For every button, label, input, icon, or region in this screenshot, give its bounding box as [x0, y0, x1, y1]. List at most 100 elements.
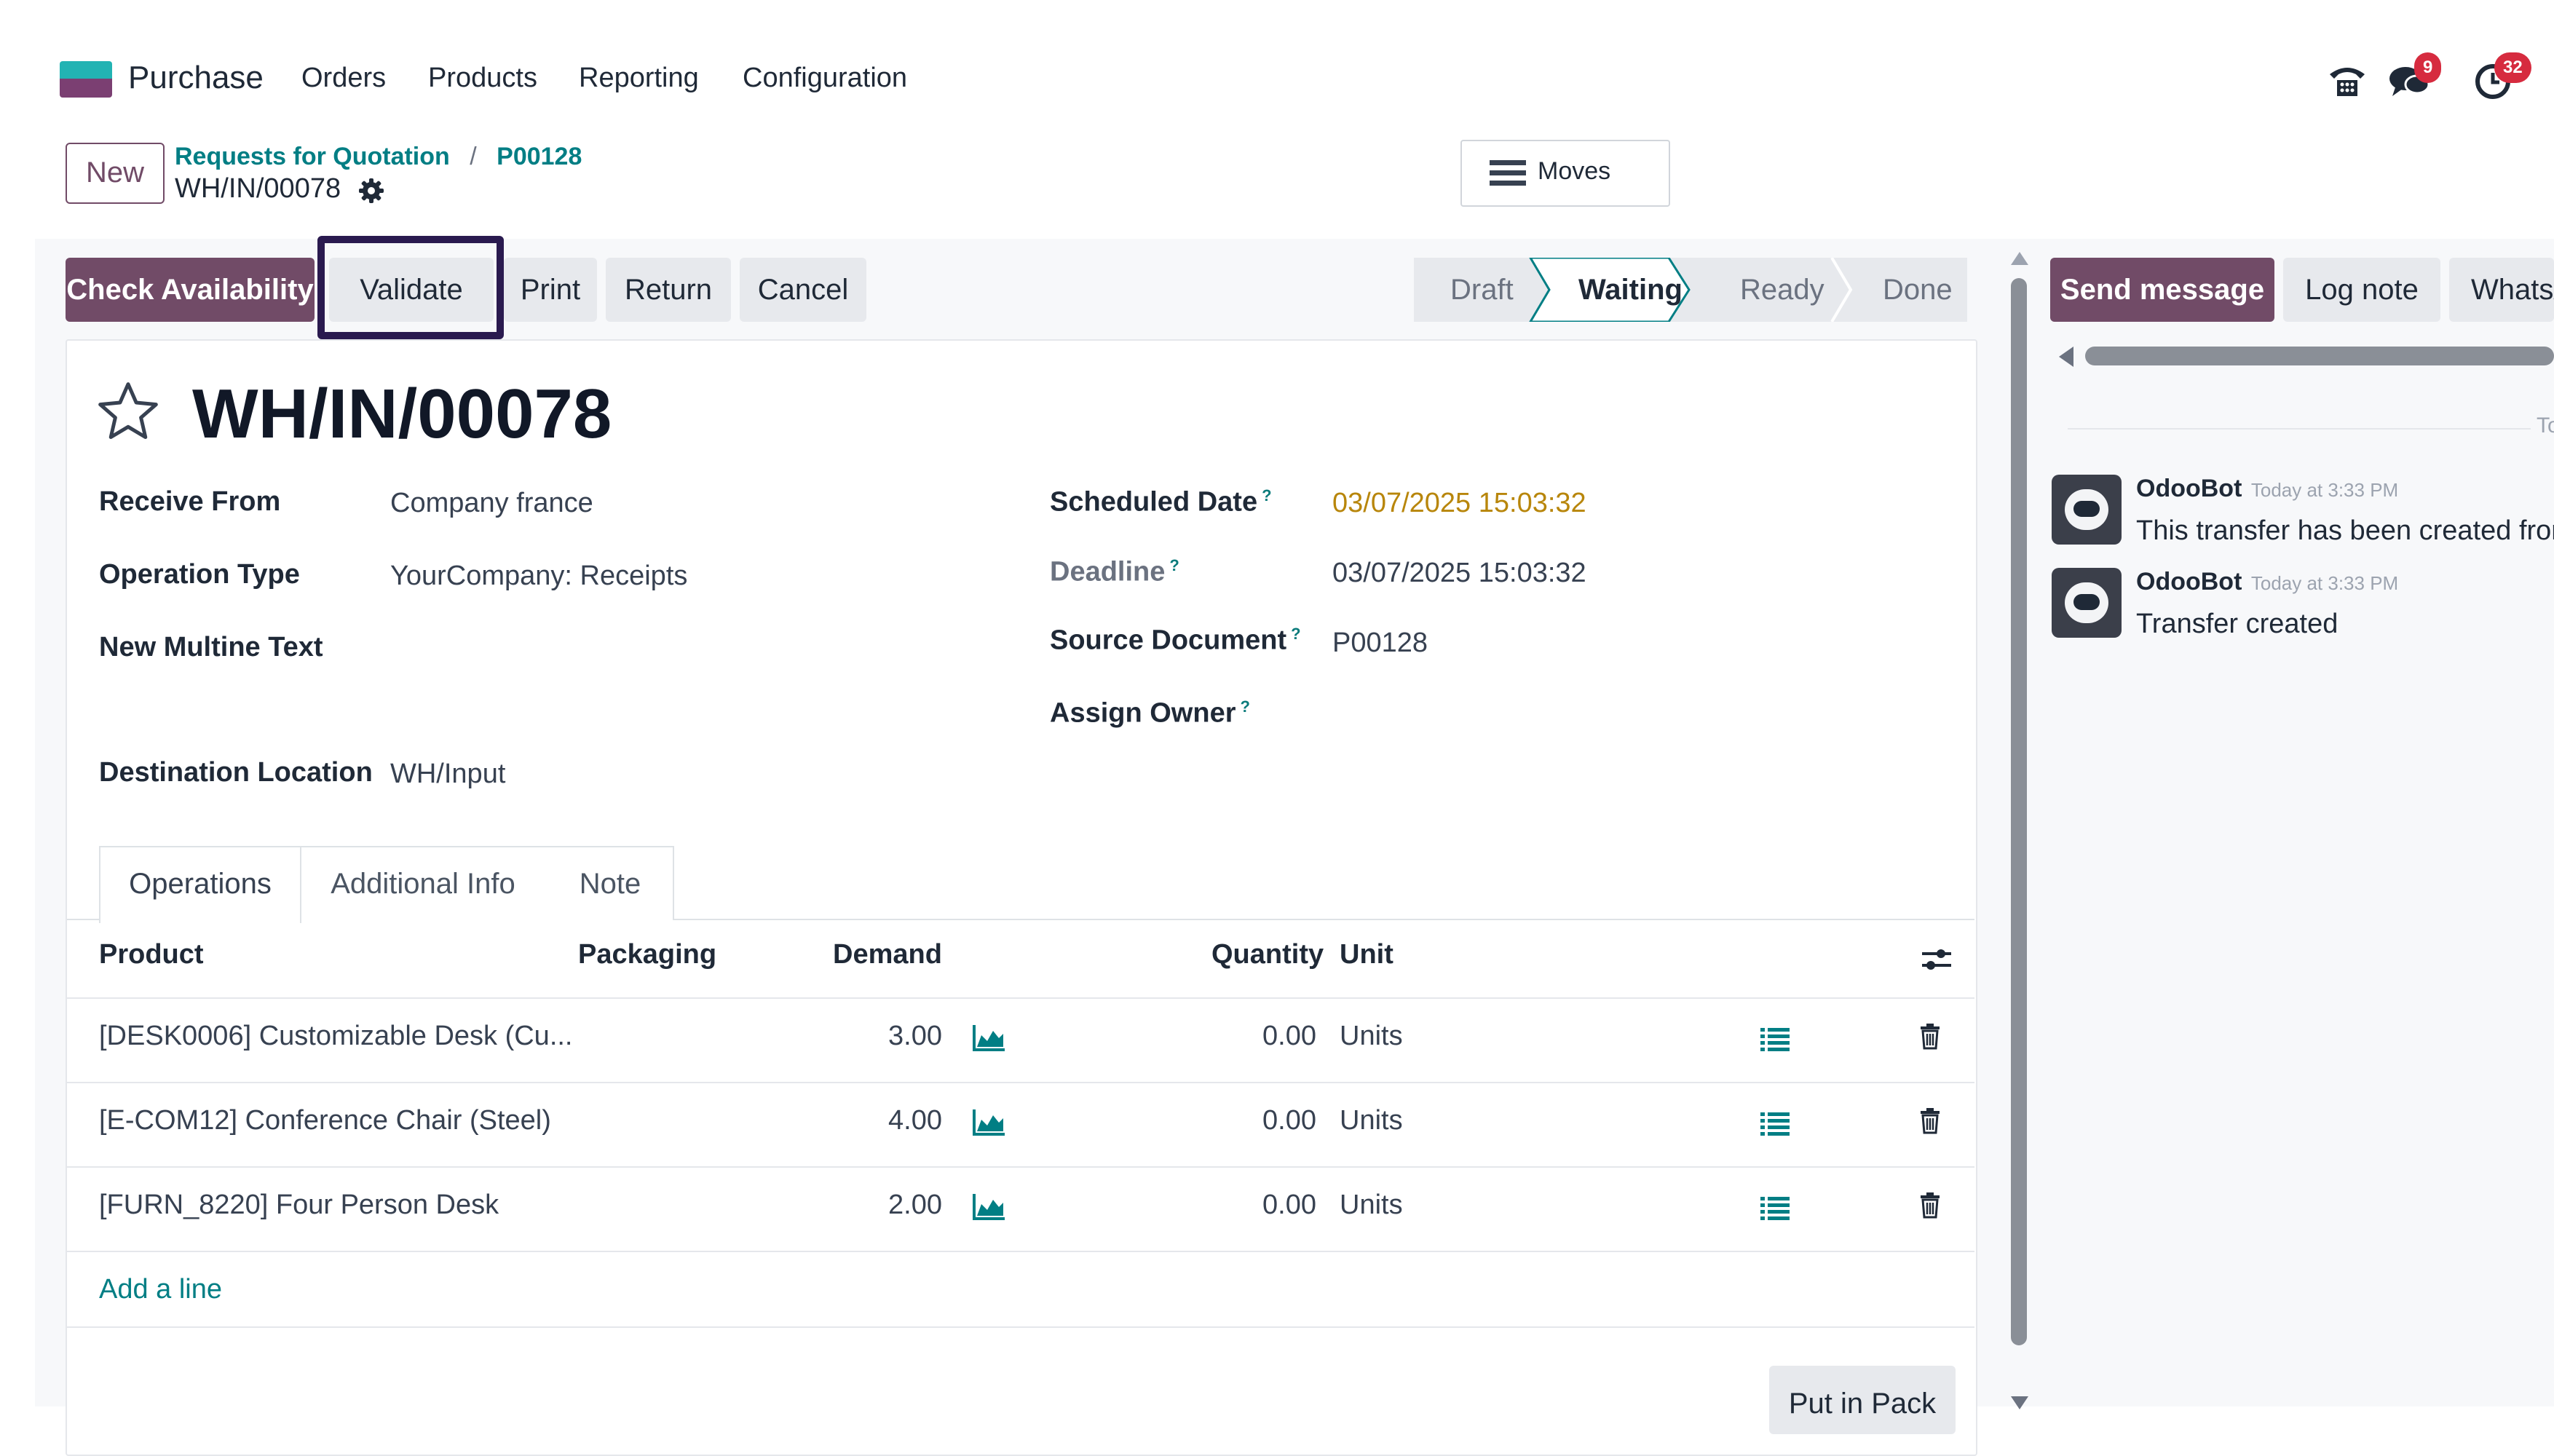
message-header: OdooBot Today at 3:33 PM [2136, 475, 2398, 503]
assign-owner-field[interactable] [1332, 692, 1929, 738]
receive-from-value[interactable]: Company france [390, 488, 593, 519]
send-message-button[interactable]: Send message [2050, 258, 2274, 322]
help-icon[interactable]: ? [1291, 625, 1300, 643]
delete-trash-icon[interactable] [1919, 1024, 1941, 1050]
multiline-text-label: New Multine Text [99, 632, 323, 662]
breadcrumb-separator: / [470, 143, 477, 170]
log-note-button[interactable]: Log note [2283, 258, 2440, 322]
moves-smart-button[interactable]: Moves [1460, 140, 1670, 207]
menu-orders[interactable]: Orders [301, 63, 386, 94]
forecast-chart-icon[interactable] [973, 1194, 1005, 1220]
breadcrumb-current: WH/IN/00078 [175, 173, 341, 204]
help-icon[interactable]: ? [1169, 556, 1179, 574]
add-line-link[interactable]: Add a line [99, 1274, 222, 1305]
tab-additional-info[interactable]: Additional Info [299, 846, 549, 920]
row-divider [67, 1251, 1974, 1252]
new-button[interactable]: New [66, 143, 165, 204]
return-button[interactable]: Return [606, 258, 731, 322]
help-icon[interactable]: ? [1241, 697, 1250, 716]
row-quantity[interactable]: 0.00 [1262, 1190, 1316, 1221]
help-icon[interactable]: ? [1262, 486, 1271, 505]
deadline-value: 03/07/2025 15:03:32 [1332, 558, 1586, 588]
destination-location-value[interactable]: WH/Input [390, 759, 505, 790]
status-ready[interactable]: Ready [1740, 258, 1824, 322]
scroll-down-arrow-icon[interactable] [2011, 1396, 2028, 1409]
tab-operations[interactable]: Operations [99, 846, 301, 923]
forecast-chart-icon[interactable] [973, 1025, 1005, 1051]
message-author[interactable]: OdooBot [2136, 475, 2242, 502]
phone-icon[interactable] [2327, 61, 2368, 99]
row-quantity[interactable]: 0.00 [1262, 1105, 1316, 1136]
status-draft[interactable]: Draft [1450, 258, 1514, 322]
assign-owner-label: Assign Owner? [1050, 697, 1250, 729]
menu-products[interactable]: Products [428, 63, 537, 94]
moves-label: Moves [1538, 157, 1611, 185]
operation-type-value[interactable]: YourCompany: Receipts [390, 561, 687, 592]
column-unit[interactable]: Unit [1340, 939, 1393, 970]
whatsapp-button[interactable]: WhatsA [2449, 258, 2554, 322]
status-waiting[interactable]: Waiting [1578, 258, 1683, 322]
print-button[interactable]: Print [504, 258, 597, 322]
multiline-text-field[interactable] [390, 626, 987, 750]
odoobot-avatar[interactable] [2052, 568, 2122, 638]
put-in-pack-button[interactable]: Put in Pack [1769, 1366, 1956, 1434]
tab-note[interactable]: Note [547, 846, 674, 920]
column-packaging[interactable]: Packaging [578, 939, 716, 970]
scroll-up-arrow-icon[interactable] [2011, 252, 2028, 265]
row-demand: 4.00 [888, 1105, 942, 1136]
activities-badge: 32 [2494, 52, 2531, 83]
forecast-chart-icon[interactable] [973, 1109, 1005, 1136]
row-product[interactable]: [DESK0006] Customizable Desk (Cu... [99, 1021, 573, 1052]
row-demand: 2.00 [888, 1190, 942, 1220]
star-icon[interactable] [95, 379, 162, 446]
destination-location-label: Destination Location [99, 757, 373, 788]
cancel-button[interactable]: Cancel [740, 258, 866, 322]
table-footer-divider [67, 1326, 1974, 1328]
operation-type-label: Operation Type [99, 559, 300, 590]
message-text: This transfer has been created fror [2136, 515, 2554, 546]
chatter-horizontal-scrollbar[interactable] [2085, 347, 2554, 365]
row-demand: 3.00 [888, 1021, 942, 1051]
receive-from-label: Receive From [99, 486, 281, 517]
date-divider-label: To [2531, 414, 2554, 438]
row-product[interactable]: [FURN_8220] Four Person Desk [99, 1190, 499, 1221]
scroll-left-arrow-icon[interactable] [2059, 347, 2073, 367]
row-unit: Units [1340, 1190, 1403, 1220]
menu-configuration[interactable]: Configuration [743, 63, 907, 94]
message-header: OdooBot Today at 3:33 PM [2136, 568, 2398, 596]
list-icon [1490, 160, 1526, 186]
date-divider-line [2068, 428, 2531, 430]
breadcrumb: Requests for Quotation / P00128 [175, 143, 582, 171]
app-logo-icon[interactable] [60, 61, 112, 98]
row-unit: Units [1340, 1021, 1403, 1051]
details-list-icon[interactable] [1760, 1197, 1790, 1220]
messages-badge: 9 [2414, 52, 2442, 83]
delete-trash-icon[interactable] [1919, 1192, 1941, 1219]
message-time: Today at 3:33 PM [2250, 479, 2399, 501]
check-availability-button[interactable]: Check Availability [66, 258, 315, 322]
delete-trash-icon[interactable] [1919, 1108, 1941, 1134]
row-product[interactable]: [E-COM12] Conference Chair (Steel) [99, 1105, 551, 1136]
source-document-value[interactable]: P00128 [1332, 628, 1428, 659]
column-product[interactable]: Product [99, 939, 204, 970]
column-demand[interactable]: Demand [833, 939, 942, 970]
form-scrollbar[interactable] [2011, 278, 2027, 1345]
scheduled-date-value[interactable]: 03/07/2025 15:03:32 [1332, 488, 1586, 519]
column-settings-icon[interactable] [1921, 945, 1953, 974]
status-done[interactable]: Done [1883, 258, 1953, 322]
column-quantity[interactable]: Quantity [1211, 939, 1324, 970]
validate-highlight-box [317, 236, 504, 339]
gear-icon[interactable] [358, 178, 384, 204]
details-list-icon[interactable] [1760, 1028, 1790, 1051]
breadcrumb-requests-link[interactable]: Requests for Quotation [175, 143, 450, 170]
odoobot-avatar[interactable] [2052, 475, 2122, 545]
row-quantity[interactable]: 0.00 [1262, 1021, 1316, 1052]
message-author[interactable]: OdooBot [2136, 568, 2242, 596]
scheduled-date-label: Scheduled Date? [1050, 486, 1272, 518]
message-text: Transfer created [2136, 609, 2338, 639]
menu-reporting[interactable]: Reporting [579, 63, 699, 94]
breadcrumb-order-link[interactable]: P00128 [497, 143, 582, 170]
source-document-label: Source Document? [1050, 625, 1301, 656]
details-list-icon[interactable] [1760, 1112, 1790, 1136]
app-name[interactable]: Purchase [128, 60, 264, 96]
